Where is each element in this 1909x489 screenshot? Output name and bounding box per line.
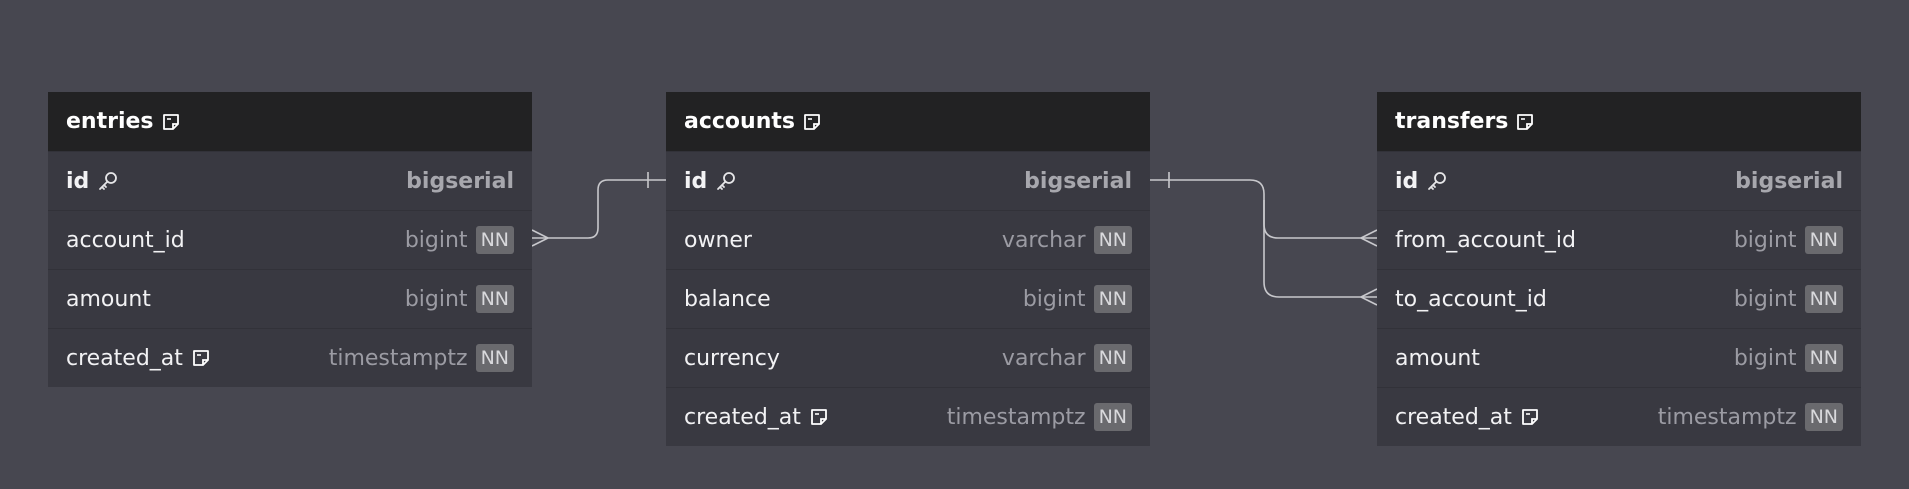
column-name-text: owner: [684, 227, 752, 253]
column-row-created-at[interactable]: created_at timestamptz NN: [1377, 387, 1861, 446]
column-name-text: id: [66, 168, 90, 194]
key-icon: [1426, 170, 1448, 192]
table-title: entries: [66, 109, 154, 134]
column-type: bigserial: [1024, 168, 1132, 194]
table-accounts[interactable]: accounts id bigserial owner varchar NN balance…: [666, 92, 1150, 446]
column-row-balance[interactable]: balance bigint NN: [666, 269, 1150, 328]
column-type: bigserial: [1735, 168, 1843, 194]
column-name: to_account_id: [1395, 287, 1547, 312]
column-name: from_account_id: [1395, 228, 1576, 253]
column-type: timestamptz: [1657, 404, 1797, 430]
column-row-amount[interactable]: amount bigint NN: [48, 269, 532, 328]
column-type: bigint: [404, 227, 468, 253]
not-null-badge: NN: [1093, 403, 1132, 431]
table-title: accounts: [684, 109, 795, 134]
relation-accounts-transfers-to: [1263, 200, 1377, 298]
not-null-badge: NN: [475, 226, 514, 254]
key-icon: [715, 170, 737, 192]
column-row-to-account-id[interactable]: to_account_id bigint NN: [1377, 269, 1861, 328]
column-name: created_at: [684, 405, 829, 430]
column-type: bigint: [1733, 227, 1797, 253]
column-row-id[interactable]: id bigserial: [666, 151, 1150, 210]
column-name-text: to_account_id: [1395, 286, 1547, 312]
column-name: amount: [66, 287, 151, 312]
not-null-badge: NN: [1804, 403, 1843, 431]
relation-entries-accounts: [532, 179, 666, 239]
key-icon: [97, 170, 119, 192]
table-header-accounts[interactable]: accounts: [666, 92, 1150, 151]
column-name: amount: [1395, 346, 1480, 371]
column-row-owner[interactable]: owner varchar NN: [666, 210, 1150, 269]
column-type: bigint: [1733, 286, 1797, 312]
note-icon[interactable]: [809, 407, 829, 427]
column-name: created_at: [1395, 405, 1540, 430]
column-name-text: id: [1395, 168, 1419, 194]
column-type: varchar: [1001, 345, 1086, 371]
column-name: currency: [684, 346, 780, 371]
table-header-transfers[interactable]: transfers: [1377, 92, 1861, 151]
table-transfers[interactable]: transfers id bigserial from_account_id bigin…: [1377, 92, 1861, 446]
column-name: created_at: [66, 346, 211, 371]
not-null-badge: NN: [1093, 344, 1132, 372]
not-null-badge: NN: [1093, 226, 1132, 254]
column-name-text: amount: [1395, 345, 1480, 371]
column-type: timestamptz: [328, 345, 468, 371]
column-name-text: created_at: [1395, 404, 1512, 430]
column-name: id: [684, 169, 737, 194]
not-null-badge: NN: [1093, 285, 1132, 313]
table-header-entries[interactable]: entries: [48, 92, 532, 151]
column-type: bigint: [1022, 286, 1086, 312]
note-icon[interactable]: [191, 348, 211, 368]
column-row-currency[interactable]: currency varchar NN: [666, 328, 1150, 387]
column-name-text: created_at: [684, 404, 801, 430]
column-row-account-id[interactable]: account_id bigint NN: [48, 210, 532, 269]
column-name-text: created_at: [66, 345, 183, 371]
column-name: account_id: [66, 228, 185, 253]
column-row-from-account-id[interactable]: from_account_id bigint NN: [1377, 210, 1861, 269]
note-icon[interactable]: [1520, 407, 1540, 427]
column-type: timestamptz: [946, 404, 1086, 430]
column-type: varchar: [1001, 227, 1086, 253]
column-type: bigint: [1733, 345, 1797, 371]
column-row-amount[interactable]: amount bigint NN: [1377, 328, 1861, 387]
column-row-created-at[interactable]: created_at timestamptz NN: [666, 387, 1150, 446]
column-name-text: balance: [684, 286, 771, 312]
column-type: bigserial: [406, 168, 514, 194]
note-icon[interactable]: [161, 112, 181, 132]
column-name: id: [66, 169, 119, 194]
column-name: owner: [684, 228, 752, 253]
column-name-text: id: [684, 168, 708, 194]
column-row-id[interactable]: id bigserial: [1377, 151, 1861, 210]
not-null-badge: NN: [475, 285, 514, 313]
column-name: id: [1395, 169, 1448, 194]
note-icon[interactable]: [802, 112, 822, 132]
not-null-badge: NN: [475, 344, 514, 372]
column-name: balance: [684, 287, 771, 312]
table-entries[interactable]: entries id bigserial account_id bigint NN amou…: [48, 92, 532, 387]
not-null-badge: NN: [1804, 285, 1843, 313]
column-row-created-at[interactable]: created_at timestamptz NN: [48, 328, 532, 387]
column-name-text: from_account_id: [1395, 227, 1576, 253]
column-name-text: account_id: [66, 227, 185, 253]
column-name-text: amount: [66, 286, 151, 312]
column-type: bigint: [404, 286, 468, 312]
table-title: transfers: [1395, 109, 1509, 134]
not-null-badge: NN: [1804, 226, 1843, 254]
note-icon[interactable]: [1515, 112, 1535, 132]
column-row-id[interactable]: id bigserial: [48, 151, 532, 210]
not-null-badge: NN: [1804, 344, 1843, 372]
column-name-text: currency: [684, 345, 780, 371]
diagram-canvas[interactable]: entries id bigserial account_id bigint NN amou…: [0, 0, 1909, 489]
